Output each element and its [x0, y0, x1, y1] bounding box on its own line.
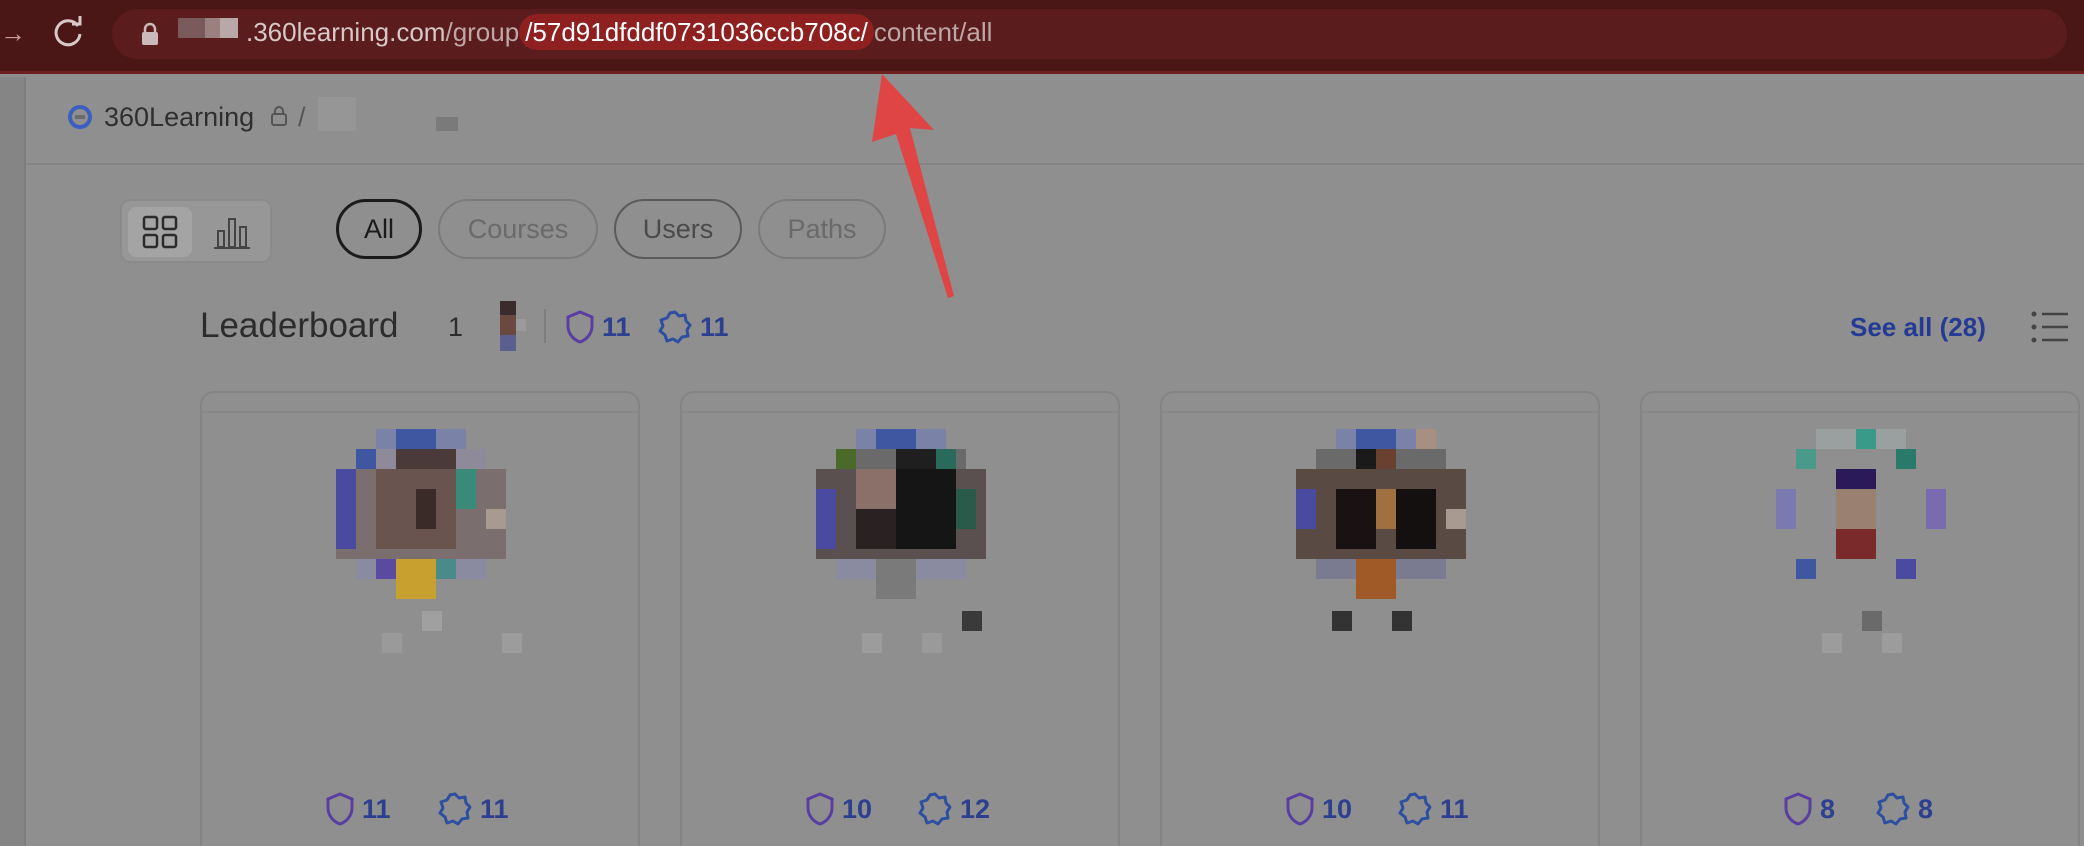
- card-header: [202, 393, 638, 413]
- url-text[interactable]: .360learning.com/group/57d91dfddf0731036…: [246, 14, 992, 50]
- shield-icon: [1784, 792, 1812, 826]
- card-badge-stat: 12: [918, 791, 990, 828]
- card-badge-stat: 11: [438, 791, 509, 828]
- lock-icon[interactable]: [140, 22, 160, 46]
- badge-icon: [438, 792, 472, 826]
- card-shield-count: 11: [362, 794, 391, 824]
- card-badge-count: 11: [480, 794, 509, 824]
- card-header: [1162, 393, 1598, 413]
- leaderboard-badge-stat: 11: [658, 309, 729, 346]
- url-domain: .360learning.com: [246, 17, 446, 47]
- filter-courses[interactable]: Courses: [438, 199, 598, 259]
- card-shield-stat: 8: [1784, 791, 1835, 828]
- breadcrumb-group-redacted[interactable]: [318, 97, 356, 131]
- bar-chart-icon: [214, 218, 250, 249]
- badge-icon: [918, 792, 952, 826]
- grid-view-button[interactable]: [128, 207, 192, 257]
- user-name-redacted: [322, 611, 522, 655]
- shield-icon: [806, 792, 834, 826]
- badge-icon: [1398, 792, 1432, 826]
- leaderboard-card[interactable]: [1160, 391, 1600, 846]
- annotation-arrow-icon: [872, 74, 954, 298]
- avatar: [336, 429, 506, 599]
- card-shield-count: 10: [1322, 794, 1353, 824]
- url-path-suffix: content/all: [873, 17, 993, 47]
- chart-view-button[interactable]: [200, 207, 264, 257]
- avatar: [816, 429, 986, 599]
- leaderboard-shield-stat: 11: [566, 309, 631, 346]
- avatar: [1296, 429, 1466, 599]
- card-badge-count: 8: [1918, 794, 1934, 824]
- user-name-redacted: [1282, 611, 1482, 655]
- filter-all[interactable]: All: [336, 199, 422, 259]
- leaderboard-rank: 1: [448, 312, 464, 342]
- breadcrumb-root[interactable]: 360Learning: [104, 99, 254, 135]
- leaderboard-badge-count: 11: [700, 312, 729, 342]
- leaderboard-card[interactable]: [200, 391, 640, 846]
- lock-icon: [270, 105, 288, 127]
- badge-icon: [658, 310, 692, 344]
- leaderboard-card[interactable]: [680, 391, 1120, 846]
- view-switcher: [120, 199, 272, 263]
- breadcrumb-redacted-mark: [436, 117, 458, 131]
- card-badge-count: 11: [1440, 794, 1469, 824]
- card-shield-stat: 11: [326, 791, 391, 828]
- avatar: [1776, 429, 1946, 579]
- url-path-prefix: /group: [445, 17, 520, 47]
- card-badge-stat: 11: [1398, 791, 1469, 828]
- grid-icon: [142, 215, 178, 249]
- card-header: [1642, 393, 2078, 413]
- shield-icon: [326, 792, 354, 826]
- forward-icon[interactable]: →: [0, 18, 26, 48]
- list-view-icon[interactable]: [2030, 309, 2070, 345]
- see-all-link[interactable]: See all (28): [1850, 309, 1986, 345]
- sidebar-edge: [0, 77, 26, 846]
- card-shield-count: 8: [1820, 794, 1836, 824]
- url-subdomain-redacted: [178, 18, 238, 38]
- breadcrumb: 360Learning /: [26, 77, 2084, 165]
- shield-icon: [566, 310, 594, 344]
- leaderboard-divider: [544, 309, 546, 343]
- shield-icon: [1286, 792, 1314, 826]
- card-shield-stat: 10: [1286, 791, 1352, 828]
- leaderboard-shield-count: 11: [602, 312, 631, 342]
- card-shield-stat: 10: [806, 791, 872, 828]
- card-badge-count: 12: [960, 794, 991, 824]
- leaderboard-title: Leaderboard: [200, 306, 399, 345]
- breadcrumb-separator: /: [298, 102, 306, 132]
- leaderboard-card[interactable]: [1640, 391, 2080, 846]
- url-group-id-highlight: /57d91dfddf0731036ccb708c/: [519, 14, 874, 50]
- browser-address-bar: → .360learning.com/group/57d91dfddf07310…: [0, 0, 2084, 74]
- card-badge-stat: 8: [1876, 791, 1933, 828]
- reload-icon[interactable]: [50, 14, 86, 50]
- badge-icon: [1876, 792, 1910, 826]
- avatar: [490, 299, 528, 353]
- card-header: [682, 393, 1118, 413]
- user-name-redacted: [802, 611, 1002, 655]
- card-shield-count: 10: [842, 794, 873, 824]
- user-name-redacted: [1762, 611, 1962, 655]
- filter-users[interactable]: Users: [614, 199, 742, 259]
- 360learning-logo-icon: [68, 105, 92, 129]
